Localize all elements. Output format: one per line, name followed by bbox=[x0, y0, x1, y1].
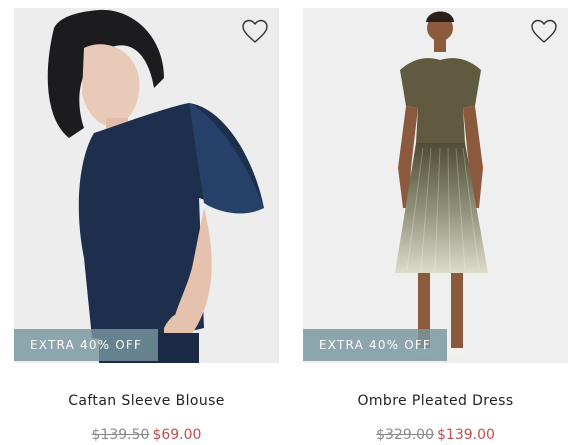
product-image[interactable]: EXTRA 40% OFF bbox=[14, 8, 279, 363]
price-row: $329.00 $139.00 bbox=[303, 427, 568, 443]
promo-badge: EXTRA 40% OFF bbox=[14, 329, 159, 361]
sale-price: $69.00 bbox=[152, 427, 202, 443]
product-image[interactable]: EXTRA 40% OFF bbox=[303, 8, 568, 363]
product-name[interactable]: Caftan Sleeve Blouse bbox=[14, 393, 279, 409]
dress-model-photo bbox=[303, 8, 568, 363]
original-price: $139.50 bbox=[91, 427, 150, 443]
promo-badge: EXTRA 40% OFF bbox=[303, 329, 448, 361]
sale-price: $139.00 bbox=[437, 427, 495, 443]
heart-outline-icon bbox=[242, 19, 268, 43]
heart-outline-icon bbox=[531, 19, 557, 43]
product-name[interactable]: Ombre Pleated Dress bbox=[303, 393, 568, 409]
product-card[interactable]: EXTRA 40% OFF Caftan Sleeve Blouse $139.… bbox=[14, 8, 279, 443]
blouse-model-photo bbox=[14, 8, 279, 363]
product-grid: EXTRA 40% OFF Caftan Sleeve Blouse $139.… bbox=[0, 0, 575, 445]
wishlist-button[interactable] bbox=[530, 18, 558, 44]
original-price: $329.00 bbox=[376, 427, 434, 443]
wishlist-button[interactable] bbox=[241, 18, 269, 44]
price-row: $139.50 $69.00 bbox=[14, 427, 279, 443]
product-card[interactable]: EXTRA 40% OFF Ombre Pleated Dress $329.0… bbox=[303, 8, 568, 443]
